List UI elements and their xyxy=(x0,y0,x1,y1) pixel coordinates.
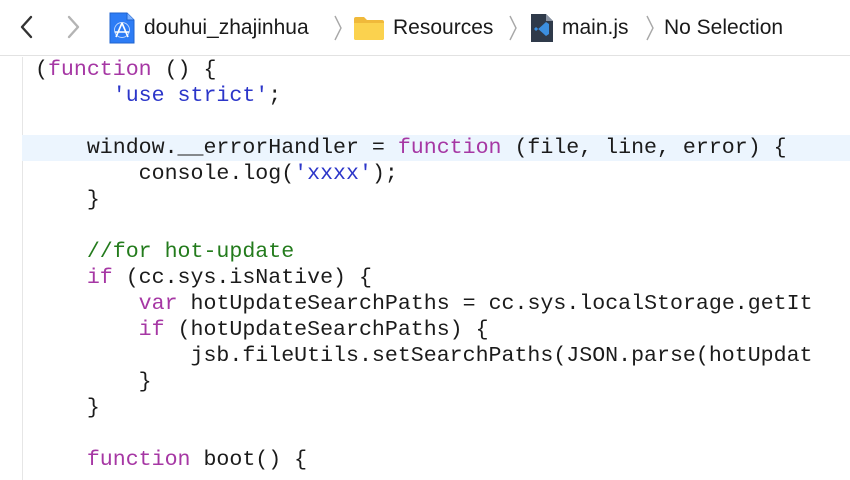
chevron-separator-icon xyxy=(508,14,518,47)
js-file-icon xyxy=(530,13,554,43)
chevron-left-icon xyxy=(20,15,34,39)
back-button[interactable] xyxy=(14,12,40,42)
code-line[interactable]: } xyxy=(22,395,850,421)
code-line[interactable] xyxy=(22,213,850,239)
code-line[interactable]: console.log('xxxx'); xyxy=(22,161,850,187)
code-token-plain: boot() { xyxy=(190,448,308,472)
code-editor[interactable]: (function () { 'use strict'; window.__er… xyxy=(22,57,850,480)
code-line[interactable] xyxy=(22,109,850,135)
folder-name: Resources xyxy=(393,16,494,39)
breadcrumb-project[interactable]: douhui_zhajinhua xyxy=(108,12,309,44)
code-token-plain: ); xyxy=(371,162,398,186)
code-line[interactable]: var hotUpdateSearchPaths = cc.sys.localS… xyxy=(22,291,850,317)
code-line[interactable]: jsb.fileUtils.setSearchPaths(JSON.parse(… xyxy=(22,343,850,369)
current-code-line[interactable]: window.__errorHandler = function (file, … xyxy=(22,135,850,161)
code-token-keyword: function xyxy=(397,136,502,160)
file-name: main.js xyxy=(562,16,629,39)
code-line[interactable]: if (hotUpdateSearchPaths) { xyxy=(22,317,850,343)
project-name: douhui_zhajinhua xyxy=(144,16,309,39)
folder-icon xyxy=(353,15,385,41)
code-token-keyword: if xyxy=(138,318,165,342)
chevron-separator-icon xyxy=(645,14,655,47)
code-token-plain: } xyxy=(35,188,100,212)
chevron-separator-icon xyxy=(333,14,343,47)
code-token-plain: } xyxy=(35,370,152,394)
breadcrumb-folder[interactable]: Resources xyxy=(353,12,493,44)
code-line[interactable]: } xyxy=(22,187,850,213)
chevron-right-icon xyxy=(66,15,80,39)
code-token-keyword: function xyxy=(86,448,191,472)
code-token-plain: ; xyxy=(268,84,282,108)
breadcrumb-selection[interactable]: No Selection xyxy=(664,12,783,44)
xcode-project-icon xyxy=(108,12,136,44)
breadcrumb-file[interactable]: main.js xyxy=(530,12,629,44)
code-token-plain: (file, line, error) { xyxy=(501,136,787,160)
code-line[interactable] xyxy=(22,421,850,447)
code-token-plain: (hotUpdateSearchPaths) { xyxy=(164,318,489,342)
code-line[interactable]: if (cc.sys.isNative) { xyxy=(22,265,850,291)
code-token-keyword: if xyxy=(86,266,113,290)
editor-gutter xyxy=(0,57,23,480)
code-token-string: 'use strict' xyxy=(112,84,269,108)
code-token-plain: () { xyxy=(151,58,217,82)
forward-button[interactable] xyxy=(60,12,86,42)
code-token-plain: hotUpdateSearchPaths = cc.sys.localStora… xyxy=(177,292,813,316)
code-token-plain: } xyxy=(35,396,100,420)
code-token-string: 'xxxx' xyxy=(294,162,372,186)
code-token-plain: (cc.sys.isNative) { xyxy=(112,266,372,290)
code-token-plain: ( xyxy=(35,58,48,82)
code-token-plain: console.log( xyxy=(35,162,295,186)
code-token-keyword: var xyxy=(138,292,178,316)
code-token-plain: window.__errorHandler = xyxy=(35,136,398,160)
code-line[interactable]: function boot() { xyxy=(22,447,850,473)
code-line[interactable]: //for hot-update xyxy=(22,239,850,265)
code-token-comment: //for hot-update xyxy=(86,240,295,264)
code-line[interactable]: (function () { xyxy=(22,57,850,83)
code-token-plain: jsb.fileUtils.setSearchPaths(JSON.parse(… xyxy=(35,344,813,368)
jump-bar: douhui_zhajinhua Resources main.js No Se… xyxy=(0,0,850,56)
code-token-keyword: function xyxy=(47,58,152,82)
code-line[interactable]: } xyxy=(22,369,850,395)
code-line[interactable]: 'use strict'; xyxy=(22,83,850,109)
selection-label: No Selection xyxy=(664,16,784,39)
